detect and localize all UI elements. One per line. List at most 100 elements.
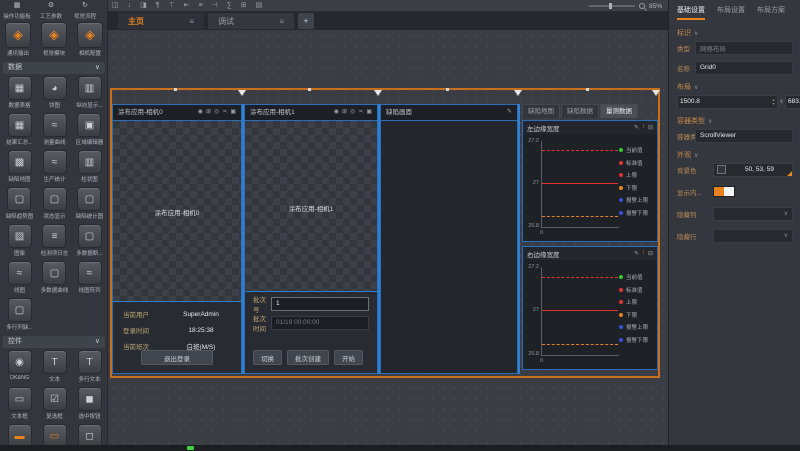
data-view-tab[interactable]: 缺陷地图: [522, 104, 560, 118]
sidebar-tool-item[interactable]: ◈ 视觉模块: [36, 22, 72, 57]
sidebar-item[interactable]: ◉ OK&NG: [8, 350, 32, 387]
section-container-type[interactable]: 容器类型 ∨: [677, 116, 712, 126]
toolbar-icon[interactable]: ⇤: [184, 0, 190, 12]
sidebar-item[interactable]: T 多行文本: [78, 350, 102, 387]
panel-tool-icon[interactable]: ▣: [230, 105, 236, 120]
sidebar-item[interactable]: ◼ 选中按钮: [78, 387, 102, 424]
toolbar-icon[interactable]: ⊣: [212, 0, 218, 12]
zoom-slider[interactable]: [589, 5, 635, 7]
document-tab[interactable]: 调试 ≡: [208, 13, 294, 29]
hidden-rows-dropdown[interactable]: ∨: [713, 229, 793, 243]
sidebar-item[interactable]: ≈ 生产统计: [43, 150, 67, 187]
properties-tab[interactable]: 布局方案: [757, 5, 785, 20]
height-stepper[interactable]: ▴▾: [785, 95, 800, 109]
sidebar-item[interactable]: ≡ 检测项日志: [41, 224, 69, 261]
logout-button[interactable]: 退出登录: [141, 350, 213, 365]
sidebar-item[interactable]: ◻: [78, 424, 102, 445]
section-appearance[interactable]: 外观 ∨: [677, 150, 698, 160]
sidebar-tool-item[interactable]: ◈ 相机配置: [72, 22, 108, 57]
design-surface[interactable]: 涂布应用-相机0 ◉ ⊞ ◎ ≍ ▣: [108, 30, 668, 445]
sidebar-item[interactable]: ☑ 复选框: [43, 387, 67, 424]
sidebar-item[interactable]: ≈ 测量曲线: [43, 113, 67, 150]
section-header-controls[interactable]: 控件 ∨: [3, 336, 105, 348]
show-content-toggle[interactable]: [713, 186, 735, 197]
width-stepper[interactable]: ▴▾: [677, 95, 778, 109]
sidebar-item[interactable]: ▢ 多数据曲线: [41, 261, 69, 298]
sidebar-item[interactable]: ≈ 线图: [8, 261, 32, 298]
data-view-tab[interactable]: 缺陷数据: [561, 104, 599, 118]
sidebar-item[interactable]: ▢ 状态显示: [43, 187, 67, 224]
column-handle-icon[interactable]: [652, 90, 660, 96]
column-handle-icon[interactable]: [514, 90, 522, 96]
toolbar-icon[interactable]: ⊤: [169, 0, 175, 12]
toolbar-icon[interactable]: ≡: [199, 0, 203, 12]
chart-tool-icon[interactable]: ↑: [642, 250, 645, 257]
toolbar-icon[interactable]: ¶: [156, 0, 160, 12]
panel-tool-icon[interactable]: ◉: [198, 105, 203, 120]
menu-icon[interactable]: ≡: [189, 17, 194, 26]
chart-tool-icon[interactable]: ✎: [634, 124, 639, 131]
menu-icon[interactable]: ≡: [279, 17, 284, 26]
sidebar-item[interactable]: ▦ 结果汇总...: [6, 113, 33, 150]
document-tab[interactable]: 主页 ≡: [118, 13, 204, 29]
sidebar-item[interactable]: ▥ 柱状图: [78, 150, 102, 187]
chart-tool-icon[interactable]: ⊟: [648, 124, 653, 131]
panel-tool-icon[interactable]: ◎: [350, 105, 355, 120]
section-identity[interactable]: 标识 ∨: [677, 28, 698, 38]
name-input[interactable]: [695, 61, 793, 75]
sidebar-item[interactable]: ◕ 饼图: [43, 76, 67, 113]
panel-camera0[interactable]: 涂布应用-相机0 ◉ ⊞ ◎ ≍ ▣: [112, 104, 242, 374]
column-splitter[interactable]: [518, 104, 520, 374]
toolbar-icon[interactable]: ◨: [140, 0, 147, 12]
hidden-columns-dropdown[interactable]: ∨: [713, 207, 793, 221]
panel-tool-icon[interactable]: ≍: [222, 105, 227, 120]
sidebar-item[interactable]: ▥ 纵向显示...: [76, 76, 103, 113]
background-color-picker[interactable]: 50, 53, 59: [713, 163, 793, 177]
sidebar-tool-item[interactable]: ◈ 通讯输出: [0, 22, 36, 57]
batch-button[interactable]: 切换: [253, 350, 282, 365]
column-handle-icon[interactable]: [374, 90, 382, 96]
image-viewport[interactable]: 涂布应用-相机1: [245, 121, 377, 291]
toolbar-icon[interactable]: ↓: [128, 0, 132, 12]
panel-tool-icon[interactable]: ≍: [358, 105, 363, 120]
sidebar-item[interactable]: ▦ 数据表格: [8, 76, 32, 113]
chart-tool-icon[interactable]: ⊟: [648, 250, 653, 257]
sidebar-item[interactable]: ▣ 区域编辑器: [76, 113, 104, 150]
sidebar-top-item[interactable]: ⚙ 工艺参数: [34, 1, 68, 20]
toolbar-icon[interactable]: ∑: [227, 0, 232, 12]
sidebar-item[interactable]: ▭: [43, 424, 67, 445]
sidebar-item[interactable]: T 文本: [43, 350, 67, 387]
panel-camera1[interactable]: 涂布应用-相机1 ◉ ⊞ ◎ ≍ ▣: [244, 104, 378, 374]
column-splitter[interactable]: [242, 104, 244, 374]
container-type-input[interactable]: [695, 129, 793, 143]
chart-tool-icon[interactable]: ↑: [642, 124, 645, 131]
sidebar-item[interactable]: ▭ 文本框: [8, 387, 32, 424]
chart-tool-icon[interactable]: ✎: [634, 250, 639, 257]
toolbar-icon[interactable]: ◫: [112, 0, 119, 12]
panel-tool-icon[interactable]: ◉: [334, 105, 339, 120]
panel-defect[interactable]: 缺陷画面 ✎: [380, 104, 518, 374]
toolbar-icon[interactable]: ⊞: [241, 0, 247, 12]
panel-tool-icon[interactable]: ⊞: [206, 105, 211, 120]
sidebar-top-item[interactable]: ▦ 操作功能板: [0, 1, 34, 20]
batch-time-input[interactable]: [271, 316, 369, 330]
image-viewport[interactable]: 涂布应用-相机0: [113, 121, 241, 301]
batch-no-input[interactable]: [271, 297, 369, 311]
properties-tab[interactable]: 基础设置: [677, 5, 705, 20]
sidebar-item[interactable]: ▢ 缺陷统计图: [76, 187, 104, 224]
sidebar-item[interactable]: ▨ 图像: [8, 224, 32, 261]
add-tab-button[interactable]: +: [298, 13, 314, 29]
sidebar-item[interactable]: ▩ 缺陷地图: [8, 150, 32, 187]
sidebar-item[interactable]: ≈ 线图阵列: [78, 261, 102, 298]
panel-tool-icon[interactable]: ▣: [366, 105, 372, 120]
panel-tool-icon[interactable]: ◎: [214, 105, 219, 120]
section-layout[interactable]: 布局 ∨: [677, 82, 698, 92]
sidebar-item[interactable]: ▢ 缺陷趋势图: [6, 187, 34, 224]
batch-button[interactable]: 批次创建: [287, 350, 329, 365]
section-header-data[interactable]: 数据 ∨: [3, 62, 105, 74]
sidebar-item[interactable]: ▢ 多行列缺...: [6, 298, 33, 335]
column-handle-icon[interactable]: [238, 90, 246, 96]
properties-tab[interactable]: 布局设置: [717, 5, 745, 20]
sidebar-item[interactable]: ▢ 多数据断...: [76, 224, 103, 261]
batch-button[interactable]: 开始: [334, 350, 363, 365]
